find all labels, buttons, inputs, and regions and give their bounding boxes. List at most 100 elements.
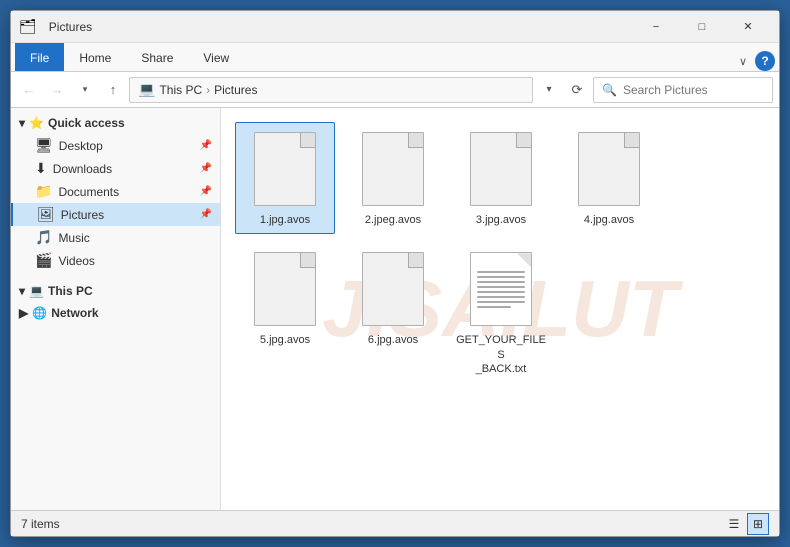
sidebar-item-documents[interactable]: 📁 Documents 📌 [11, 180, 220, 203]
pictures-icon: 🖼 [37, 206, 55, 223]
file-icon-container-4 [573, 129, 645, 209]
txt-line-8 [477, 306, 511, 308]
forward-button[interactable]: → [45, 78, 69, 102]
ribbon-collapse-chevron[interactable]: ∨ [735, 53, 751, 70]
txt-line-3 [477, 281, 525, 283]
sidebar-item-label-documents: Documents [58, 185, 119, 199]
path-computer-icon: 💻 [138, 81, 155, 98]
file-name-4: 4.jpg.avos [584, 213, 634, 227]
ribbon-tabs: File Home Share View ∨ ? [11, 43, 779, 71]
network-chevron-icon: ▶ [19, 306, 28, 320]
refresh-button[interactable]: ⟳ [565, 78, 589, 102]
sidebar-item-desktop[interactable]: 🖥 Desktop 📌 [11, 134, 220, 157]
sidebar-section-quick-access[interactable]: ▾ ⭐ Quick access [11, 112, 220, 134]
sidebar-item-videos[interactable]: 🎬 Videos [11, 249, 220, 272]
sidebar: ▾ ⭐ Quick access 🖥 Desktop 📌 ⬇ Downloads… [11, 108, 221, 510]
txt-line-7 [477, 301, 525, 303]
file-item-2[interactable]: 2.jpeg.avos [343, 122, 443, 234]
file-icon-container-3 [465, 129, 537, 209]
address-bar: ← → ▾ ↑ 💻 This PC › Pictures ▾ ⟳ 🔍 [11, 72, 779, 108]
txt-line-6 [477, 296, 525, 298]
file-name-7: GET_YOUR_FILES_BACK.txt [456, 333, 546, 376]
search-box: 🔍 [593, 77, 773, 103]
status-bar: 7 items ☰ ⊞ [11, 510, 779, 536]
back-button[interactable]: ← [17, 78, 41, 102]
file-name-1: 1.jpg.avos [260, 213, 310, 227]
path-pictures[interactable]: Pictures [214, 83, 257, 97]
sidebar-item-downloads[interactable]: ⬇ Downloads 📌 [11, 157, 220, 180]
address-dropdown-button[interactable]: ▾ [537, 78, 561, 102]
downloads-icon: ⬇ [35, 160, 47, 177]
this-pc-chevron-icon: ▾ [19, 284, 25, 298]
file-icon-container-1 [249, 129, 321, 209]
maximize-button[interactable]: □ [679, 11, 725, 43]
txt-line-2 [477, 276, 525, 278]
sidebar-item-music[interactable]: 🎵 Music [11, 226, 220, 249]
tab-view[interactable]: View [188, 43, 244, 71]
file-item-3[interactable]: 3.jpg.avos [451, 122, 551, 234]
txt-line-4 [477, 286, 525, 288]
doc-icon-3 [470, 132, 532, 206]
txt-lines-7 [477, 271, 525, 308]
network-label: Network [51, 306, 98, 320]
doc-icon-1 [254, 132, 316, 206]
file-grid: 1.jpg.avos 2.jpeg.avos 3.jpg.avos [231, 118, 769, 387]
doc-icon-2 [362, 132, 424, 206]
network-icon: 🌐 [32, 306, 47, 320]
title-bar-icons: 🗂 [19, 18, 37, 35]
sidebar-item-label-videos: Videos [58, 254, 94, 268]
ribbon-help-button[interactable]: ? [755, 51, 775, 71]
status-bar-right: ☰ ⊞ [723, 513, 769, 535]
txt-line-1 [477, 271, 525, 273]
doc-icon-6 [362, 252, 424, 326]
txt-line-5 [477, 291, 525, 293]
sidebar-item-label-downloads: Downloads [53, 162, 112, 176]
file-icon-container-5 [249, 249, 321, 329]
music-icon: 🎵 [35, 229, 52, 246]
file-item-7[interactable]: GET_YOUR_FILES_BACK.txt [451, 242, 551, 383]
window-icon: 🗂 [19, 18, 37, 35]
explorer-window: 🗂 Pictures − □ ✕ File Home Share View ∨ … [10, 10, 780, 537]
close-button[interactable]: ✕ [725, 11, 771, 43]
item-count: 7 items [21, 517, 60, 531]
up-button[interactable]: ↑ [101, 78, 125, 102]
file-item-4[interactable]: 4.jpg.avos [559, 122, 659, 234]
quick-access-label: Quick access [48, 116, 125, 130]
quick-access-icon: ⭐ [29, 116, 44, 130]
file-item-1[interactable]: 1.jpg.avos [235, 122, 335, 234]
ribbon: File Home Share View ∨ ? [11, 43, 779, 72]
txt-icon-7 [470, 252, 532, 326]
dropdown-recent-button[interactable]: ▾ [73, 78, 97, 102]
this-pc-label: This PC [48, 284, 93, 298]
search-input[interactable] [623, 83, 778, 97]
sidebar-item-label-desktop: Desktop [59, 139, 103, 153]
address-path: 💻 This PC › Pictures [129, 77, 533, 103]
tab-home[interactable]: Home [64, 43, 126, 71]
sidebar-item-pictures[interactable]: 🖼 Pictures 📌 [11, 203, 220, 226]
documents-icon: 📁 [35, 183, 52, 200]
file-icon-container-2 [357, 129, 429, 209]
doc-icon-5 [254, 252, 316, 326]
title-bar-controls: − □ ✕ [633, 11, 771, 43]
doc-icon-4 [578, 132, 640, 206]
ribbon-tab-right: ∨ ? [735, 51, 779, 71]
tab-share[interactable]: Share [126, 43, 188, 71]
file-item-5[interactable]: 5.jpg.avos [235, 242, 335, 383]
pin-icon-documents: 📌 [200, 186, 212, 197]
content-area: JISA.LUT 1.jpg.avos 2.jpeg.avos [221, 108, 779, 510]
videos-icon: 🎬 [35, 252, 52, 269]
this-pc-icon: 💻 [29, 284, 44, 298]
file-item-6[interactable]: 6.jpg.avos [343, 242, 443, 383]
grid-view-button[interactable]: ⊞ [747, 513, 769, 535]
list-view-button[interactable]: ☰ [723, 513, 745, 535]
file-icon-container-7 [465, 249, 537, 329]
search-icon: 🔍 [602, 83, 617, 97]
tab-file[interactable]: File [15, 43, 64, 71]
minimize-button[interactable]: − [633, 11, 679, 43]
pin-icon-pictures: 📌 [200, 209, 212, 220]
file-name-2: 2.jpeg.avos [365, 213, 421, 227]
sidebar-item-label-pictures: Pictures [61, 208, 104, 222]
sidebar-section-this-pc[interactable]: ▾ 💻 This PC [11, 280, 220, 302]
sidebar-section-network[interactable]: ▶ 🌐 Network [11, 302, 220, 324]
path-this-pc[interactable]: This PC [159, 83, 202, 97]
